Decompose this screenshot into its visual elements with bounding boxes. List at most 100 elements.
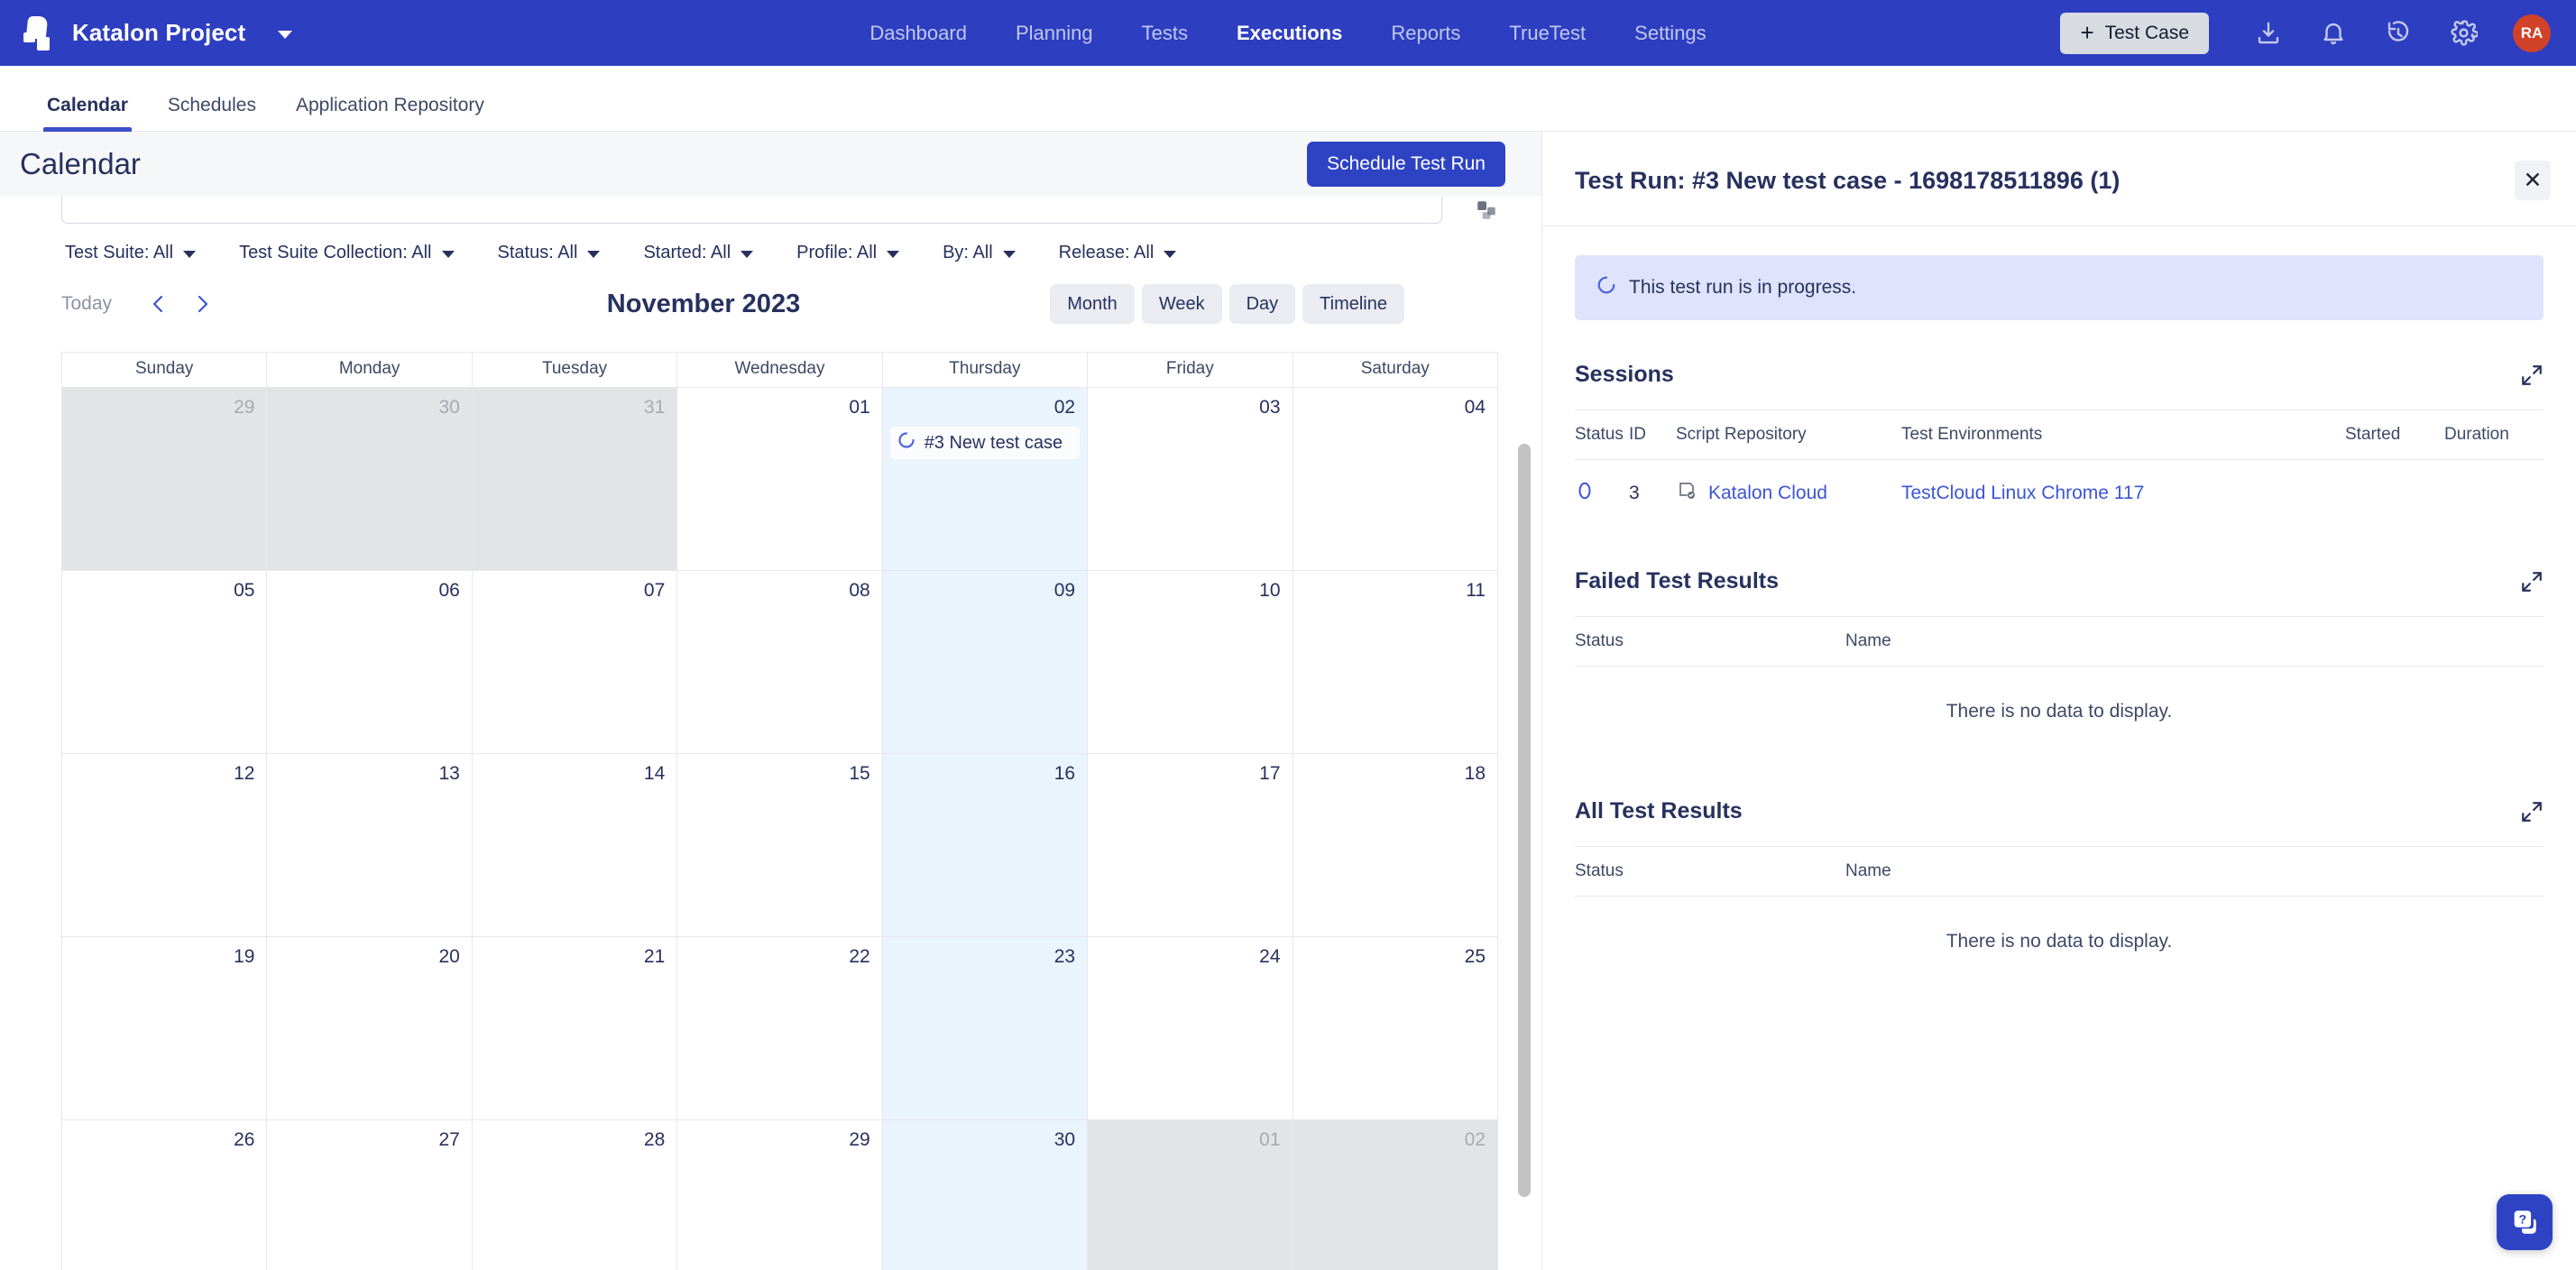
filter-profile[interactable]: Profile: All (796, 243, 900, 263)
calendar-week-row: 19 20 21 22 23 24 25 (61, 936, 1498, 1120)
calendar-day-cell[interactable]: 18 (1292, 753, 1498, 937)
nav-link-reports[interactable]: Reports (1366, 22, 1485, 45)
calendar-card: Test Suite: All Test Suite Collection: A… (0, 197, 1541, 1270)
calendar-day-cell[interactable]: 20 (266, 936, 473, 1120)
sessions-title: Sessions (1575, 362, 1674, 387)
calendar-day-cell[interactable]: 06 (266, 570, 473, 754)
session-repository-link[interactable]: Katalon Cloud (1708, 483, 1827, 504)
view-button-timeline[interactable]: Timeline (1302, 284, 1404, 324)
filter-by[interactable]: By: All (943, 243, 1016, 263)
nav-link-tests[interactable]: Tests (1118, 22, 1212, 45)
calendar-day-cell[interactable]: 29 (61, 387, 268, 571)
content-split: Calendar Schedule Test Run Test Suite: A… (0, 132, 2576, 1270)
all-results-empty-text: There is no data to display. (1946, 931, 2173, 952)
session-duration-cell (2444, 460, 2544, 528)
calendar-day-cell[interactable]: 02 #3 New test case (881, 387, 1089, 571)
calendar-day-cell[interactable]: 12 (61, 753, 268, 937)
calendar-day-cell[interactable]: 05 (61, 570, 268, 754)
chevron-down-icon[interactable] (278, 30, 293, 39)
filter-started[interactable]: Started: All (643, 243, 754, 263)
search-input[interactable] (61, 197, 1442, 224)
calendar-day-cell[interactable]: 29 (676, 1119, 883, 1270)
column-settings-icon[interactable] (1475, 198, 1498, 222)
today-button[interactable]: Today (61, 293, 112, 315)
nav-link-dashboard[interactable]: Dashboard (845, 22, 991, 45)
session-environment-link[interactable]: TestCloud Linux Chrome 117 (1901, 483, 2144, 503)
filter-release-label: Release: All (1058, 243, 1155, 262)
running-status-icon (1575, 482, 1595, 505)
tab-calendar[interactable]: Calendar (27, 95, 148, 132)
calendar-day-cell[interactable]: 07 (471, 570, 678, 754)
nav-link-settings[interactable]: Settings (1610, 22, 1731, 45)
calendar-scrollbar-thumb[interactable] (1518, 444, 1531, 1197)
view-button-week[interactable]: Week (1141, 284, 1222, 324)
calendar-day-cell[interactable]: 01 (676, 387, 883, 571)
filter-status[interactable]: Status: All (498, 243, 601, 263)
calendar-scrollbar-track[interactable] (1518, 357, 1531, 1232)
nav-link-executions[interactable]: Executions (1212, 22, 1366, 45)
close-icon[interactable]: ✕ (2515, 161, 2551, 200)
brand-area[interactable]: Katalon Project (23, 15, 293, 51)
calendar-day-cell[interactable]: 17 (1087, 753, 1293, 937)
calendar-day-number: 16 (1053, 763, 1076, 784)
calendar-day-cell[interactable]: 15 (676, 753, 883, 937)
calendar-day-number: 24 (1259, 946, 1281, 967)
calendar-day-cell[interactable]: 27 (266, 1119, 473, 1270)
calendar-day-cell[interactable]: 23 (881, 936, 1089, 1120)
calendar-day-cell[interactable]: 09 (881, 570, 1089, 754)
project-name: Katalon Project (72, 19, 246, 46)
calendar-day-number: 14 (643, 763, 666, 784)
calendar-day-cell[interactable]: 31 (471, 387, 678, 571)
calendar-day-cell[interactable]: 04 (1292, 387, 1498, 571)
tab-schedules[interactable]: Schedules (148, 95, 276, 131)
chevron-left-icon[interactable] (143, 288, 175, 320)
filter-release[interactable]: Release: All (1059, 243, 1177, 263)
calendar-day-cell[interactable]: 21 (471, 936, 678, 1120)
chevron-right-icon[interactable] (186, 288, 218, 320)
view-button-day[interactable]: Day (1228, 284, 1296, 324)
calendar-day-cell[interactable]: 25 (1292, 936, 1498, 1120)
filter-test-suite-collection[interactable]: Test Suite Collection: All (239, 243, 455, 263)
calendar-day-cell[interactable]: 22 (676, 936, 883, 1120)
history-icon[interactable] (2383, 18, 2414, 49)
test-run-details-panel: Test Run: #3 New test case - 16981785118… (1542, 132, 2576, 1270)
calendar-day-cell[interactable]: 30 (881, 1119, 1089, 1270)
calendar-day-cell[interactable]: 13 (266, 753, 473, 937)
calendar-day-number: 17 (1259, 763, 1281, 784)
calendar-event-chip[interactable]: #3 New test case (889, 427, 1081, 459)
avatar[interactable]: RA (2513, 14, 2551, 52)
view-button-month[interactable]: Month (1050, 284, 1135, 324)
schedule-test-run-button[interactable]: Schedule Test Run (1307, 142, 1505, 187)
calendar-day-number: 15 (849, 763, 870, 784)
calendar-day-cell[interactable]: 14 (471, 753, 678, 937)
calendar-day-cell[interactable]: 26 (61, 1119, 268, 1270)
calendar-day-cell[interactable]: 30 (266, 387, 473, 571)
calendar-day-cell[interactable]: 01 (1087, 1119, 1293, 1270)
filter-test-suite[interactable]: Test Suite: All (65, 243, 197, 263)
calendar-day-cell[interactable]: 11 (1292, 570, 1498, 754)
weekday-friday: Friday (1087, 352, 1293, 388)
download-icon[interactable] (2253, 18, 2284, 49)
help-chat-icon[interactable]: ? (2497, 1194, 2553, 1250)
collapse-icon[interactable] (2520, 570, 2544, 594)
calendar-day-cell[interactable]: 16 (881, 753, 1089, 937)
collapse-icon[interactable] (2520, 800, 2544, 824)
table-row[interactable]: 3 Katalon Cloud TestCloud Linux Chrome 1… (1575, 460, 2544, 528)
calendar-day-cell[interactable]: 02 (1292, 1119, 1498, 1270)
calendar-day-number: 26 (234, 1129, 255, 1150)
calendar-day-cell[interactable]: 10 (1087, 570, 1293, 754)
nav-link-truetest[interactable]: TrueTest (1485, 22, 1610, 45)
collapse-icon[interactable] (2520, 364, 2544, 387)
calendar-day-cell[interactable]: 24 (1087, 936, 1293, 1120)
gear-icon[interactable] (2448, 18, 2479, 49)
calendar-day-number: 03 (1259, 397, 1281, 418)
nav-link-planning[interactable]: Planning (991, 22, 1118, 45)
calendar-day-cell[interactable]: 08 (676, 570, 883, 754)
calendar-day-cell[interactable]: 19 (61, 936, 268, 1120)
tab-application-repository[interactable]: Application Repository (276, 95, 504, 131)
calendar-day-cell[interactable]: 28 (471, 1119, 678, 1270)
weekday-tuesday: Tuesday (471, 352, 678, 388)
calendar-day-cell[interactable]: 03 (1087, 387, 1293, 571)
bell-icon[interactable] (2318, 18, 2349, 49)
add-test-case-button[interactable]: + Test Case (2060, 12, 2209, 54)
